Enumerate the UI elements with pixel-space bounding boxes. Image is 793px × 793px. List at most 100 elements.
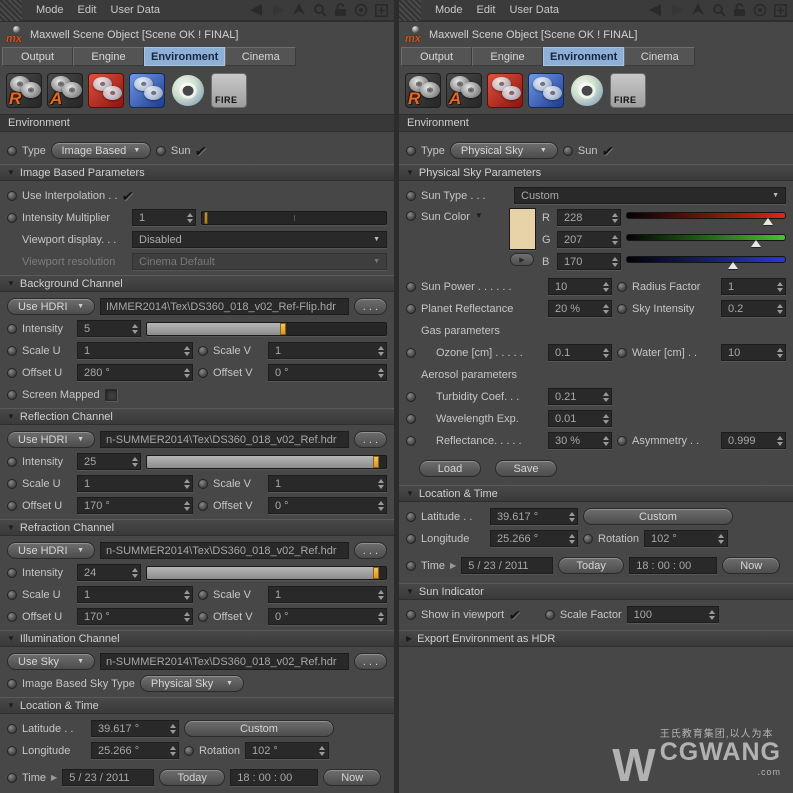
spinner[interactable] [708,608,717,621]
water-knob[interactable] [617,347,627,358]
longitude-knob[interactable] [406,533,416,544]
refraction-intensity-field[interactable]: 24 [77,564,141,581]
viewport-display-dropdown[interactable]: Disabled ▼ [132,231,387,248]
cd-icon[interactable] [569,73,605,108]
refraction-mode-dropdown[interactable]: Use HDRI ▼ [7,542,95,559]
screen-mapped-checkbox[interactable] [104,388,117,401]
reflection-scale-v-field[interactable]: 1 [268,475,387,492]
blue-material-icon[interactable] [528,73,564,108]
add-box-icon[interactable] [774,3,787,17]
image-based-sky-type-dropdown[interactable]: Physical Sky ▼ [139,675,244,692]
tab-environment[interactable]: Environment [144,47,226,66]
reflection-browse-button[interactable]: . . . [353,431,387,448]
intensity-knob[interactable] [7,456,17,467]
spinner[interactable] [182,610,191,623]
illumination-mode-dropdown[interactable]: Use Sky ▼ [7,653,95,670]
type-knob[interactable] [7,145,17,156]
reflectance-field[interactable]: 30 % [548,432,612,449]
reflection-offset-u-field[interactable]: 170 ° [77,497,193,514]
scale-u-knob[interactable] [7,478,17,489]
load-button[interactable]: Load [419,460,481,477]
spinner[interactable] [376,477,385,490]
spinner[interactable] [717,532,726,545]
now-button[interactable]: Now [722,557,781,574]
refraction-scale-u-field[interactable]: 1 [77,586,193,603]
green-value-field[interactable]: 207 [557,231,621,248]
background-scale-u-field[interactable]: 1 [77,342,193,359]
fire-render-icon[interactable]: FIRE [211,73,247,108]
render-a-icon[interactable]: A [47,73,83,108]
scale-v-knob[interactable] [198,589,208,600]
intensity-knob[interactable] [7,323,17,334]
today-button[interactable]: Today [558,557,625,574]
spinner[interactable] [130,322,139,335]
rotation-field[interactable]: 102 ° [244,742,329,759]
intensity-knob[interactable] [7,567,17,578]
section-reflection-channel[interactable]: ▼ Reflection Channel [0,408,394,425]
section-background-channel[interactable]: ▼ Background Channel [0,275,394,292]
offset-v-knob[interactable] [198,611,208,622]
render-r-icon[interactable]: R [6,73,42,108]
spinner[interactable] [601,390,610,403]
scale-factor-knob[interactable] [544,609,555,620]
menu-mode[interactable]: Mode [435,4,463,16]
spinner[interactable] [130,566,139,579]
intensity-multiplier-field[interactable]: 1 [132,209,196,226]
spinner[interactable] [182,588,191,601]
red-gradient-slider[interactable] [626,210,786,225]
spinner[interactable] [376,366,385,379]
radius-factor-field[interactable]: 1 [721,278,786,295]
ozone-knob[interactable] [406,347,416,358]
offset-v-knob[interactable] [198,367,208,378]
green-gradient-slider[interactable] [626,232,786,247]
spinner[interactable] [567,510,576,523]
red-material-icon[interactable] [88,73,124,108]
refraction-path-field[interactable]: n-SUMMER2014\Tex\DS360_018_v02_Ref.hdr [100,542,349,559]
offset-v-knob[interactable] [198,500,208,511]
custom-location-button[interactable]: Custom [583,508,733,525]
scale-v-knob[interactable] [198,478,208,489]
tab-output[interactable]: Output [401,47,472,66]
sun-power-field[interactable]: 10 [548,278,612,295]
spinner[interactable] [601,434,610,447]
up-arrow-icon[interactable] [293,3,306,17]
spinner[interactable] [601,302,610,315]
spinner[interactable] [601,412,610,425]
background-mode-dropdown[interactable]: Use HDRI ▼ [7,298,95,315]
tab-environment[interactable]: Environment [543,47,625,66]
date-field[interactable]: 5 / 23 / 2011 [461,557,554,574]
spinner[interactable] [775,434,784,447]
cd-icon[interactable] [170,73,206,108]
red-value-field[interactable]: 228 [557,209,621,226]
turbidity-knob[interactable] [406,391,416,402]
tab-engine[interactable]: Engine [472,47,543,66]
expand-triangle-icon[interactable]: ▶ [450,561,456,570]
sun-color-swatch[interactable] [508,208,536,250]
section-location-time[interactable]: ▼ Location & Time [399,485,793,502]
refraction-scale-v-field[interactable]: 1 [268,586,387,603]
wavelength-field[interactable]: 0.01 [548,410,612,427]
spinner[interactable] [601,280,610,293]
reflection-path-field[interactable]: n-SUMMER2014\Tex\DS360_018_v02_Ref.hdr [100,431,349,448]
blue-material-icon[interactable] [129,73,165,108]
spinner[interactable] [182,477,191,490]
window-grip[interactable] [0,0,22,21]
save-button[interactable]: Save [495,460,557,477]
sky-intensity-knob[interactable] [617,303,627,314]
sun-power-knob[interactable] [406,281,416,292]
reflection-scale-u-field[interactable]: 1 [77,475,193,492]
background-browse-button[interactable]: . . . [353,298,387,315]
section-export-environment-hdr[interactable]: ▶ Export Environment as HDR [399,630,793,647]
offset-u-knob[interactable] [7,611,17,622]
show-in-viewport-checkbox[interactable]: ✔ [508,607,522,623]
background-offset-u-field[interactable]: 280 ° [77,364,193,381]
spinner[interactable] [610,211,619,224]
tab-cinema[interactable]: Cinema [225,47,297,66]
menu-user-data[interactable]: User Data [111,4,161,16]
time-knob[interactable] [7,772,17,783]
section-illumination-channel[interactable]: ▼ Illumination Channel [0,630,394,647]
spinner[interactable] [182,366,191,379]
asymmetry-field[interactable]: 0.999 [721,432,786,449]
screen-mapped-knob[interactable] [7,389,17,400]
sun-type-dropdown[interactable]: Custom ▼ [514,187,786,204]
